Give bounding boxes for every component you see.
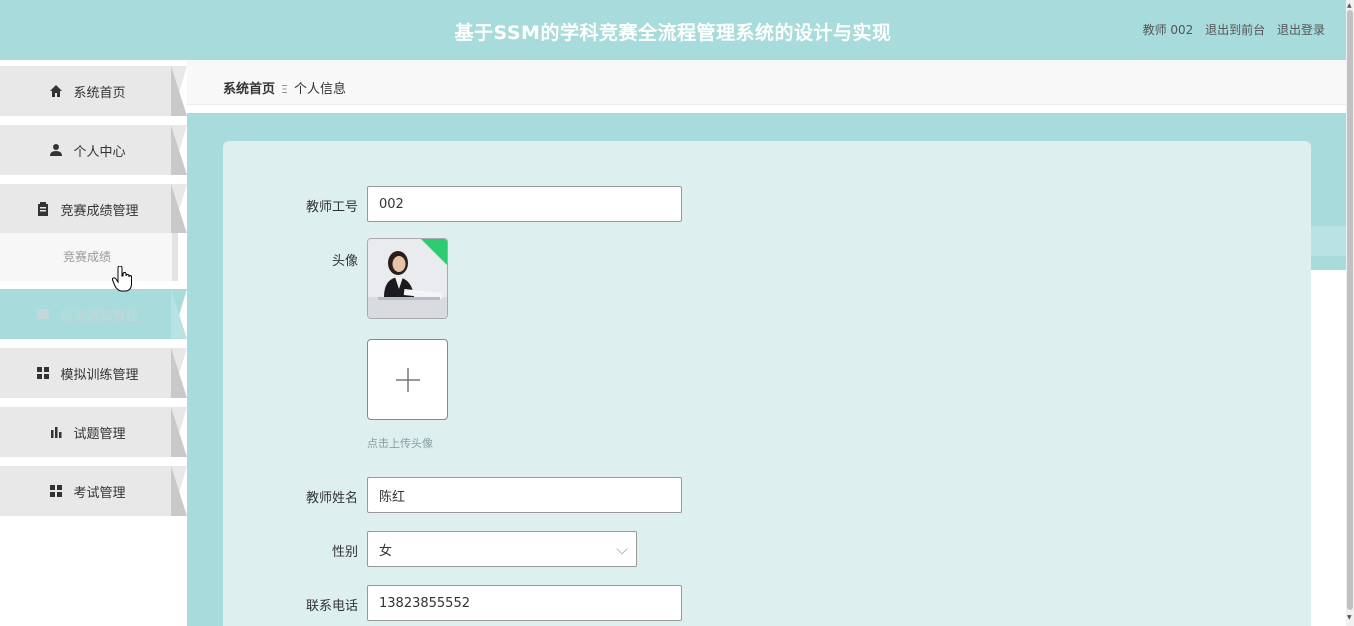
teacher-name-value: 陈红 [379, 489, 406, 505]
phone-field[interactable]: 13823855552 [367, 585, 682, 621]
sidebar-item-label: 试题管理 [73, 426, 126, 442]
sidebar-item-mock-training[interactable]: 模拟训练管理 [0, 348, 187, 398]
book-icon [36, 307, 50, 321]
teacher-name-label: 教师姓名 [305, 491, 358, 506]
sidebar-item-personal-center[interactable]: 个人中心 [0, 125, 187, 175]
sidebar-item-label: 模拟训练管理 [60, 367, 139, 383]
teacher-id-label: 教师工号 [305, 200, 358, 215]
sidebar-item-label: 个人中心 [73, 144, 126, 160]
sidebar-item-home[interactable]: 系统首页 [0, 66, 187, 116]
breadcrumb-separator: Ξ [281, 83, 288, 96]
bar-chart-icon [49, 425, 63, 439]
scrollbar-thumb[interactable] [1347, 10, 1353, 610]
hand-cursor-icon [112, 266, 132, 292]
sidebar-item-rules-notices[interactable]: 规则通知管理 [0, 289, 187, 339]
user-icon [49, 143, 63, 157]
clipboard-icon [36, 202, 50, 216]
chevron-down-icon [616, 543, 628, 555]
logout-link[interactable]: 退出登录 [1277, 23, 1325, 37]
avatar-label: 头像 [331, 254, 358, 269]
breadcrumb-bar: 系统首页 Ξ 个人信息 [187, 60, 1346, 105]
page-scrollbar[interactable]: ▲ ▼ [1346, 0, 1354, 626]
avatar-image[interactable] [367, 238, 448, 319]
phone-label: 联系电话 [305, 599, 358, 614]
phone-value: 13823855552 [379, 595, 470, 611]
scroll-up-icon[interactable]: ▲ [1347, 2, 1352, 9]
sidebar-item-question-management[interactable]: 试题管理 [0, 407, 187, 457]
sidebar-item-label: 规则通知管理 [60, 308, 139, 324]
teacher-id-field[interactable]: 002 [367, 186, 682, 222]
upload-avatar-button[interactable] [367, 339, 448, 420]
breadcrumb-current: 个人信息 [293, 82, 346, 97]
upload-hint: 点击上传头像 [367, 437, 433, 450]
submenu-competition-scores[interactable]: 竞赛成绩 [0, 233, 187, 281]
teacher-name-field[interactable]: 陈红 [367, 477, 682, 513]
current-user: 教师 002 [1142, 23, 1194, 37]
sidebar: 系统首页 个人中心 竞赛成绩管理 竞赛成绩 规则通知管理 模拟训练管理 试题管理… [0, 60, 187, 626]
user-area: 教师 002 退出到前台 退出登录 [1143, 21, 1325, 38]
grid-icon [49, 484, 63, 498]
teacher-id-value: 002 [379, 196, 404, 212]
gender-label: 性别 [331, 545, 358, 560]
scroll-down-icon[interactable]: ▼ [1347, 614, 1352, 621]
sidebar-item-label: 考试管理 [73, 485, 126, 501]
breadcrumb: 系统首页 Ξ 个人信息 [223, 78, 346, 97]
gender-value: 女 [379, 543, 393, 559]
sidebar-item-exam-management[interactable]: 考试管理 [0, 466, 187, 516]
breadcrumb-home[interactable]: 系统首页 [223, 82, 275, 97]
plus-icon [395, 367, 420, 392]
grid-icon [36, 366, 50, 380]
home-icon [49, 84, 63, 98]
gender-select[interactable]: 女 [367, 531, 637, 567]
sidebar-item-label: 系统首页 [73, 85, 126, 101]
submenu-item-label: 竞赛成绩 [63, 250, 112, 264]
sidebar-item-label: 竞赛成绩管理 [60, 203, 139, 219]
sidebar-item-competition-scores[interactable]: 竞赛成绩管理 [0, 184, 187, 234]
back-to-front-link[interactable]: 退出到前台 [1205, 23, 1265, 37]
top-header: 基于SSM的学科竞赛全流程管理系统的设计与实现 教师 002 退出到前台 退出登… [0, 0, 1346, 60]
